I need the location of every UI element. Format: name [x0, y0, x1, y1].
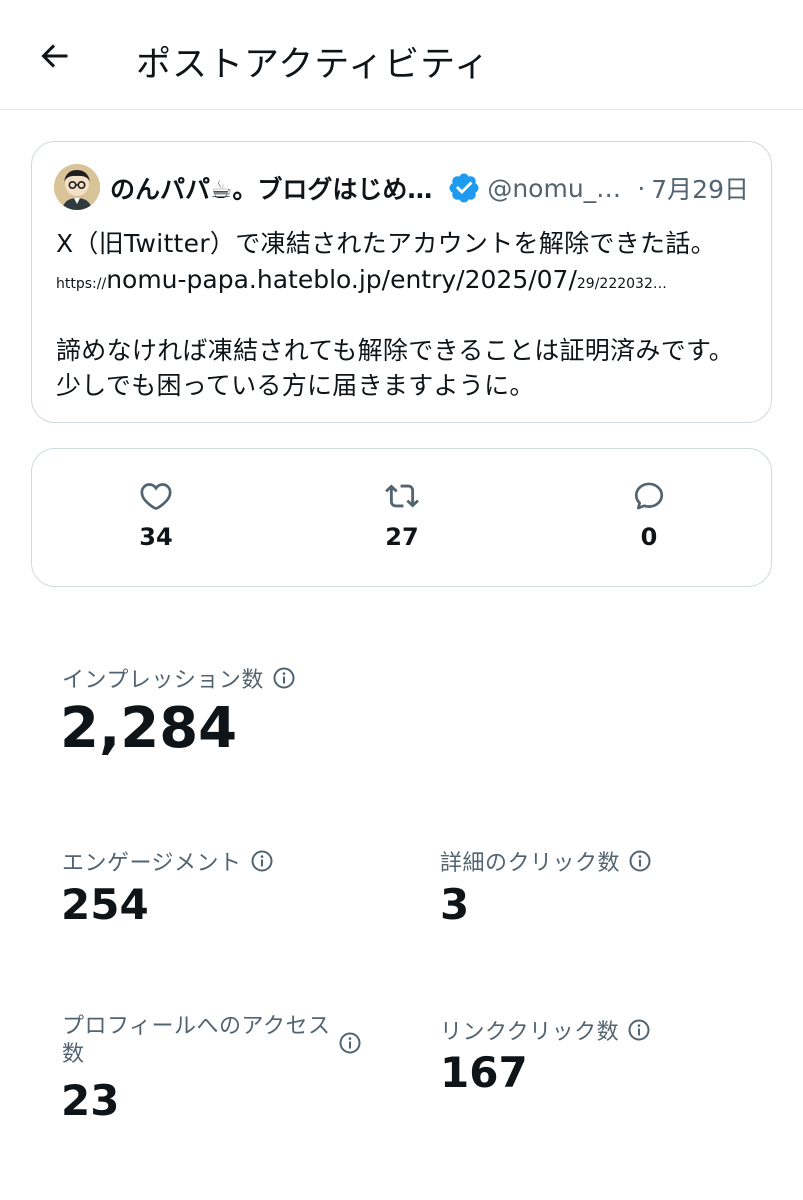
replies-count: 0 — [640, 523, 658, 551]
heart-icon — [140, 483, 172, 510]
info-circle-icon[interactable] — [338, 1031, 362, 1055]
likes-metric[interactable]: 34 — [116, 479, 196, 551]
post-text-line: 少しでも困っている方に届きますように。 — [56, 371, 535, 400]
avatar-image — [54, 164, 100, 210]
detail-clicks-value: 3 — [440, 880, 470, 929]
top-app-bar: ポストアクティビティ — [0, 0, 803, 110]
link-tail: 29/222032… — [576, 276, 667, 292]
impressions-value: 2,284 — [60, 696, 238, 761]
avatar[interactable] — [54, 164, 100, 210]
separator-dot: · — [637, 173, 646, 203]
link-clicks-label-row: リンククリック数 — [440, 1014, 651, 1046]
replies-metric[interactable]: 0 — [609, 479, 689, 551]
engagements-value: 254 — [61, 880, 149, 929]
page-title: ポストアクティビティ — [136, 45, 491, 85]
engagements-label-row: エンゲージメント — [62, 845, 274, 877]
engagements-label: エンゲージメント — [62, 851, 242, 876]
author-handle[interactable]: @nomu_papa — [487, 174, 623, 203]
info-circle-icon[interactable] — [250, 849, 274, 873]
link-clicks-value: 167 — [440, 1048, 528, 1097]
post-preview-card[interactable]: のんパパ☕。ブログはじめました @nomu_papa · 7月29日 X（旧Tw… — [31, 141, 772, 423]
profile-visits-label: プロフィールへのアクセス数 — [62, 1014, 331, 1067]
link-path: nomu-papa.hateblo.jp/entry/2025/07/ — [106, 265, 577, 294]
post-link[interactable]: https:// nomu-papa.hateblo.jp/entry/2025… — [56, 262, 756, 298]
profile-visits-value: 23 — [61, 1076, 120, 1125]
author-name[interactable]: のんパパ☕。ブログはじめました — [110, 170, 435, 206]
repost-icon — [385, 484, 419, 508]
info-circle-icon[interactable] — [272, 666, 296, 690]
reposts-metric[interactable]: 27 — [362, 479, 442, 551]
detail-clicks-label-row: 詳細のクリック数 — [440, 845, 652, 877]
reposts-count: 27 — [385, 523, 419, 551]
likes-count: 34 — [139, 523, 173, 551]
engagement-summary-card: 34 27 0 — [31, 448, 772, 587]
post-text-line: X（旧Twitter）で凍結されたアカウントを解除できた話。 — [56, 229, 716, 258]
impressions-label-row: インプレッション数 — [62, 662, 296, 694]
back-button[interactable] — [28, 30, 80, 82]
link-clicks-label: リンククリック数 — [440, 1020, 620, 1045]
info-circle-icon[interactable] — [627, 1018, 651, 1042]
post-author-row: のんパパ☕。ブログはじめました @nomu_papa · 7月29日 — [110, 168, 749, 208]
link-scheme: https:// — [56, 276, 107, 292]
impressions-label: インプレッション数 — [62, 668, 264, 693]
post-text: X（旧Twitter）で凍結されたアカウントを解除できた話。 https:// … — [56, 226, 756, 403]
detail-clicks-label: 詳細のクリック数 — [440, 851, 621, 876]
post-date[interactable]: 7月29日 — [651, 170, 749, 206]
reply-bubble-icon — [634, 482, 664, 510]
info-circle-icon[interactable] — [628, 849, 652, 873]
arrow-left-icon — [41, 44, 68, 68]
verified-badge-icon — [449, 173, 479, 203]
post-text-line: 諦めなければ凍結されても解除できることは証明済みです。 — [56, 336, 735, 365]
